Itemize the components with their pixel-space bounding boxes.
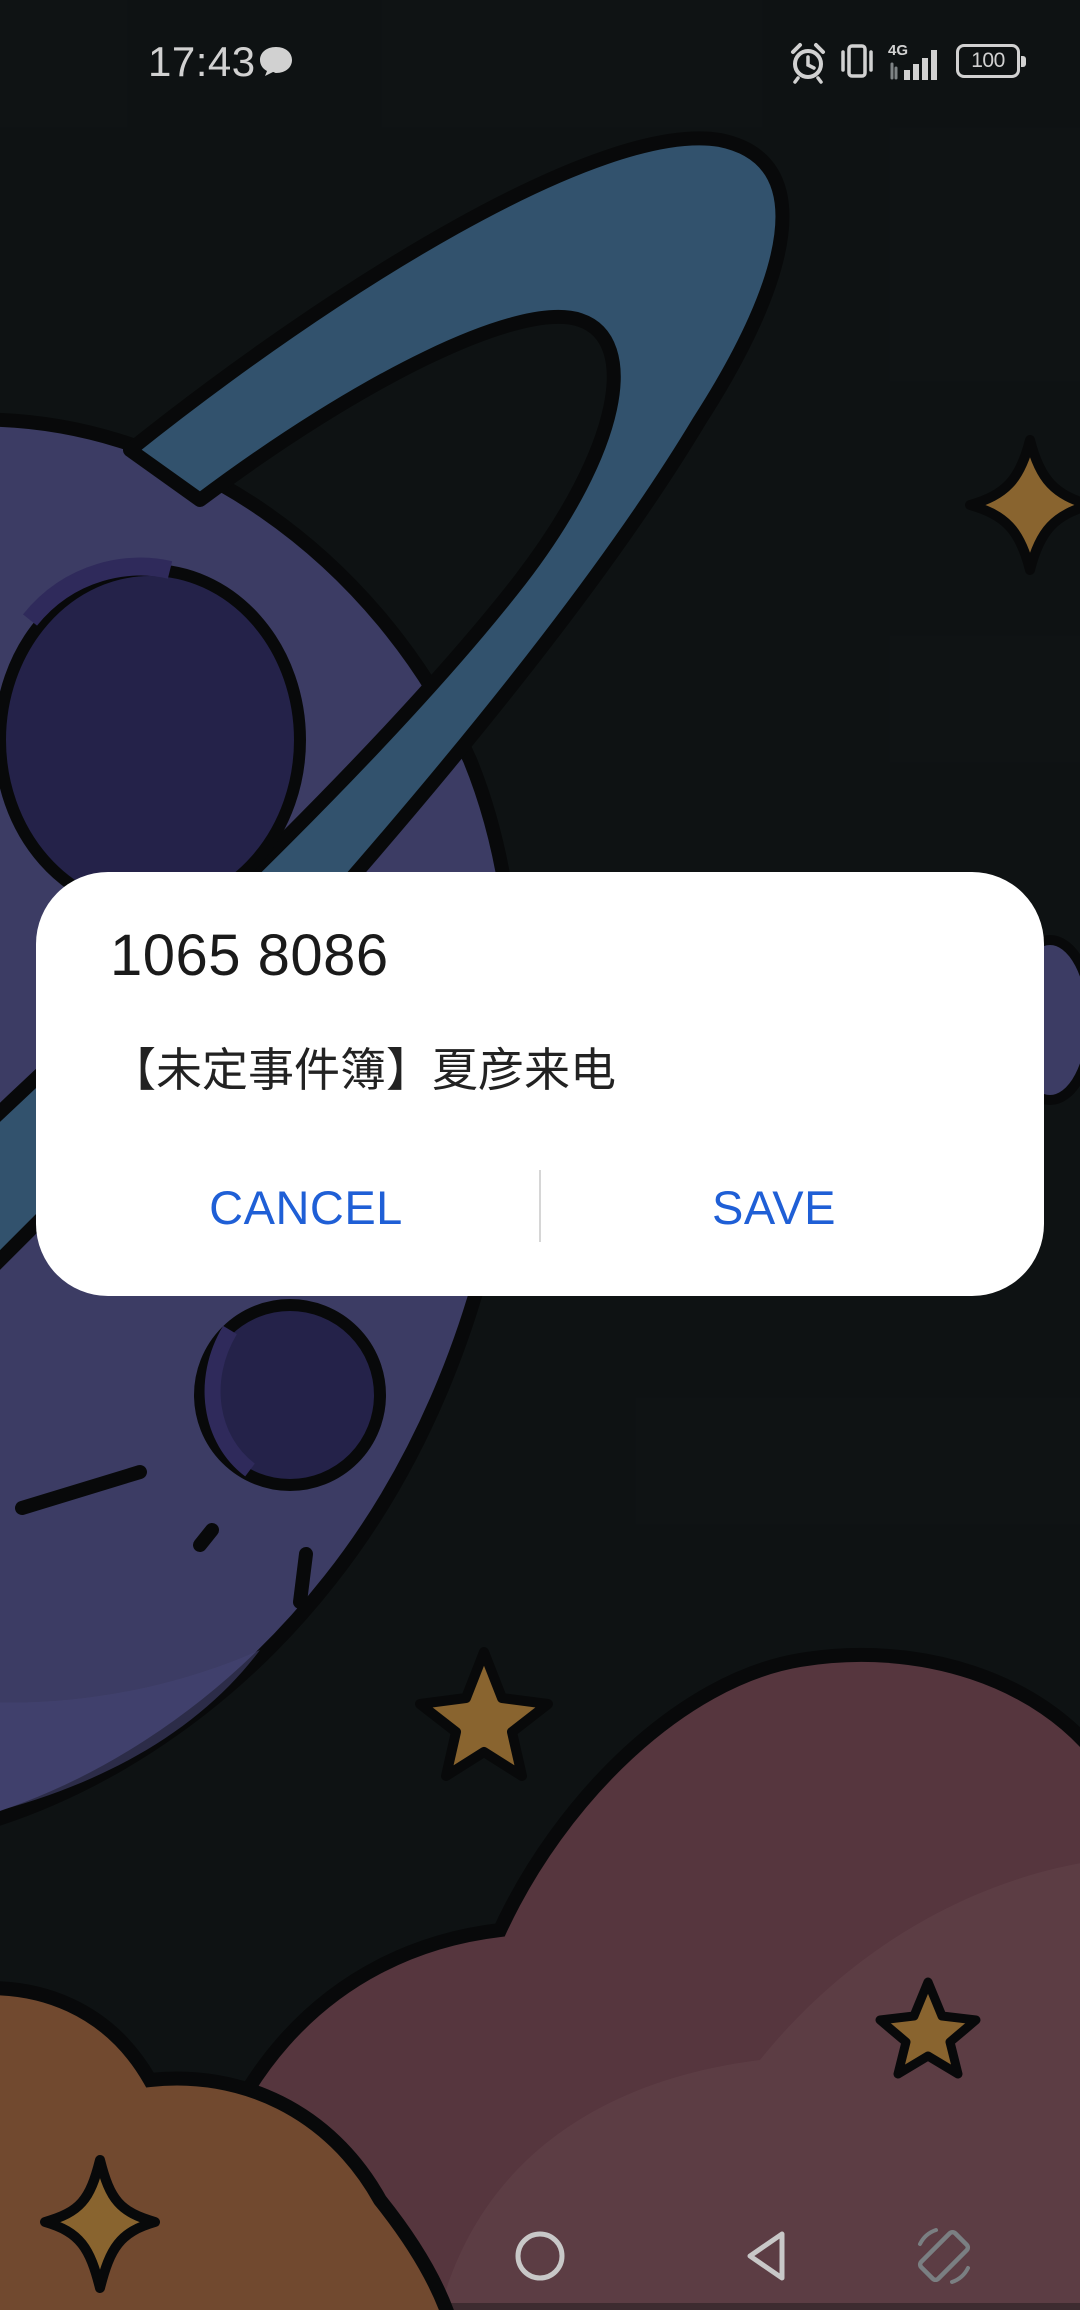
dialog-actions: CANCEL SAVE — [36, 1152, 1044, 1262]
sms-dialog: 1065 8086 【未定事件簿】夏彦来电 CANCEL SAVE — [36, 872, 1044, 1296]
back-icon[interactable] — [730, 2218, 806, 2294]
dialog-message: 【未定事件簿】夏彦来电 — [110, 1043, 616, 1097]
cancel-button[interactable]: CANCEL — [72, 1152, 540, 1262]
home-icon[interactable] — [502, 2218, 578, 2294]
navigation-bar — [0, 2200, 1080, 2310]
dialog-title: 1065 8086 — [110, 923, 389, 988]
save-button[interactable]: SAVE — [540, 1152, 1008, 1262]
screen: 17:43 4G 100 1065 8086 【未定事件簿】夏彦来电 CANCE… — [0, 0, 1080, 2310]
rotate-icon[interactable] — [906, 2218, 982, 2294]
